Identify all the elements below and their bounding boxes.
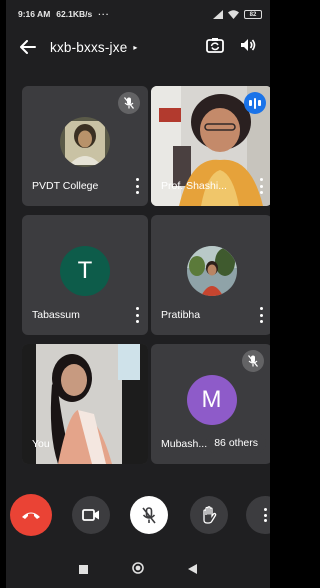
participant-avatar-initial: T <box>60 246 110 296</box>
participant-name: Tabassum <box>32 309 80 321</box>
participant-tile-pvdt-college[interactable]: PVDT College <box>22 86 148 206</box>
participant-tile-tabassum[interactable]: T Tabassum <box>22 215 148 335</box>
recents-button[interactable] <box>79 561 88 579</box>
muted-indicator <box>242 350 264 372</box>
camera-icon <box>82 509 99 521</box>
status-time: 9:16 AM <box>18 9 51 19</box>
participant-tile-pratibha[interactable]: Pratibha <box>151 215 270 335</box>
more-vert-icon <box>262 508 268 522</box>
meeting-code[interactable]: kxb-bxxs-jxe <box>50 40 127 55</box>
home-icon <box>132 562 144 574</box>
avatar-initial-text: T <box>77 257 93 284</box>
back-nav-button[interactable] <box>188 561 197 579</box>
avatar-initial-text: M <box>201 386 222 413</box>
participant-options-button[interactable] <box>258 178 264 194</box>
system-navigation-bar <box>6 552 270 588</box>
participant-options-button[interactable] <box>258 307 264 323</box>
participant-options-button[interactable] <box>134 307 140 323</box>
speaking-indicator <box>244 92 266 114</box>
battery-level: 82 <box>249 11 257 18</box>
meet-screen: 9:16 AM 62.1KB/s ··· 82 kxb-bxxs-jxe ▸ P… <box>6 0 270 588</box>
more-options-button[interactable] <box>246 496 270 534</box>
participant-name: Mubash... <box>161 438 208 450</box>
raise-hand-icon <box>203 506 217 524</box>
end-call-button[interactable] <box>10 494 52 536</box>
mic-toggle-button[interactable] <box>130 496 168 534</box>
home-button[interactable] <box>132 561 144 579</box>
speaker-icon <box>241 38 256 51</box>
arrow-back-icon <box>20 40 36 54</box>
participant-avatar-initial: M <box>186 375 237 425</box>
participant-tile-mubash[interactable]: M Mubash... 86 others <box>151 344 270 464</box>
mic-off-icon <box>124 97 134 109</box>
participant-name: PVDT College <box>32 180 99 192</box>
participant-name: Pratibha <box>161 309 201 321</box>
mic-off-icon <box>248 355 258 367</box>
end-call-icon <box>22 512 40 519</box>
muted-indicator <box>118 92 140 114</box>
device-bezel-right <box>314 0 320 588</box>
switch-camera-button[interactable] <box>206 37 224 58</box>
participant-tile-prof-shashi[interactable]: Prof. Shashi... <box>151 86 270 206</box>
participant-avatar-photo <box>60 117 110 167</box>
back-triangle-icon <box>188 564 197 574</box>
signal-icon <box>213 9 223 19</box>
status-bar: 9:16 AM 62.1KB/s ··· 82 <box>6 0 270 28</box>
portrait-image <box>186 246 237 296</box>
participant-avatar-photo <box>186 246 237 296</box>
back-button[interactable] <box>6 40 50 54</box>
camera-toggle-button[interactable] <box>72 496 110 534</box>
participant-name: Prof. Shashi... <box>161 180 227 192</box>
participant-name: You <box>32 438 50 450</box>
mic-off-icon <box>142 506 156 523</box>
audio-output-button[interactable] <box>240 38 256 57</box>
meeting-details-caret-icon[interactable]: ▸ <box>133 43 137 52</box>
wifi-icon <box>228 9 239 19</box>
participant-tile-self[interactable]: You <box>22 344 148 464</box>
others-count-badge[interactable]: 86 others <box>206 432 266 454</box>
call-controls <box>6 494 270 538</box>
meeting-top-bar: kxb-bxxs-jxe ▸ <box>6 30 270 64</box>
switch-camera-icon <box>206 37 224 53</box>
battery-icon: 82 <box>244 9 262 19</box>
recents-icon <box>79 565 88 574</box>
status-network-speed: 62.1KB/s <box>56 9 93 19</box>
status-more-indicator: ··· <box>98 9 110 19</box>
raise-hand-button[interactable] <box>190 496 228 534</box>
participant-options-button[interactable] <box>134 178 140 194</box>
portrait-image <box>60 117 110 167</box>
